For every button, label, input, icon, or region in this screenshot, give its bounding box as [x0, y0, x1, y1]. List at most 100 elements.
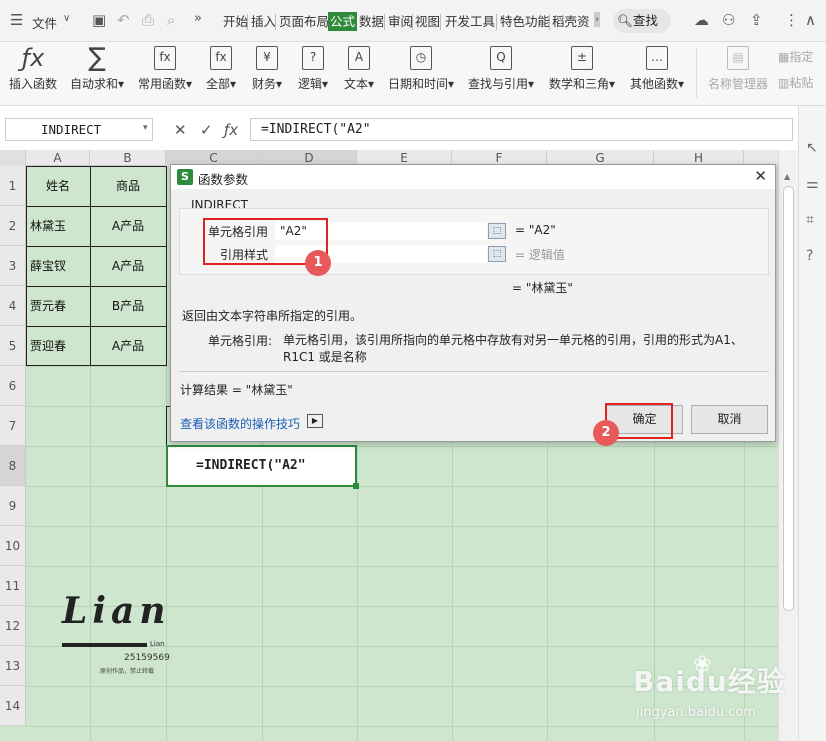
hamburger-menu-icon[interactable]: ☰ — [10, 11, 23, 29]
arg1-result: = "A2" — [515, 223, 556, 237]
dialog-title-bar[interactable]: S 函数参数 ✕ — [171, 165, 775, 189]
insert-function-button[interactable]: ƒx 插入函数 — [2, 42, 64, 104]
cell-a3[interactable]: 薛宝钗 — [30, 246, 66, 286]
tab-docer[interactable]: 稻壳资 — [551, 12, 591, 31]
chevron-down-icon[interactable]: ▾ — [143, 123, 148, 133]
function-tips-link[interactable]: 查看该函数的操作技巧 — [180, 415, 300, 432]
tab-features[interactable]: 特色功能 — [499, 12, 551, 31]
cell-a5[interactable]: 贾迎春 — [30, 326, 66, 366]
row-header-2[interactable]: 2 — [0, 206, 26, 246]
collapse-dialog-icon[interactable]: ⬚ — [488, 223, 506, 239]
share-icon[interactable]: ⇪ — [750, 11, 763, 29]
chevron-down-icon[interactable]: ∨ — [63, 13, 70, 24]
cancel-x-icon[interactable]: ✕ — [174, 121, 187, 139]
row-header-1[interactable]: 1 — [0, 166, 26, 206]
pointer-icon[interactable]: ↖ — [806, 140, 818, 156]
more-icon[interactable]: » — [194, 11, 202, 26]
dialog-divider — [179, 371, 769, 372]
annotation-badge-1: 1 — [305, 250, 331, 276]
tab-review[interactable]: 审阅 — [387, 12, 414, 31]
paste-name-button[interactable]: ▥粘贴 — [778, 74, 813, 91]
date-time-button[interactable]: ◷ 日期和时间▾ — [382, 42, 460, 104]
user-add-icon[interactable]: ⚇ — [722, 11, 735, 29]
row-header-10[interactable]: 10 — [0, 526, 26, 566]
search-icon: 🔍︎ — [617, 13, 633, 28]
tab-page-layout[interactable]: 页面布局 — [278, 12, 330, 31]
search-label: 查找 — [632, 13, 658, 28]
row-header-13[interactable]: 13 — [0, 646, 26, 686]
collapse-icon[interactable]: ∧ — [805, 11, 816, 29]
cancel-button[interactable]: 取消 — [691, 405, 768, 434]
confirm-check-icon[interactable]: ✓ — [200, 121, 213, 139]
dialog-title: 函数参数 — [198, 172, 249, 187]
math-trig-button[interactable]: ± 数学和三角▾ — [542, 42, 622, 104]
cell-a1[interactable]: 姓名 — [26, 166, 90, 206]
function-description: 返回由文本字符串所指定的引用。 — [182, 309, 363, 323]
text-a-icon: A — [348, 46, 370, 70]
row-header-4[interactable]: 4 — [0, 286, 26, 326]
row-header-14[interactable]: 14 — [0, 686, 26, 726]
tab-home[interactable]: 开始 — [222, 12, 249, 31]
row-header-12[interactable]: 12 — [0, 606, 26, 646]
fx-icon[interactable]: ƒx — [224, 121, 238, 139]
author-logo: Lian — [62, 590, 171, 632]
collapse-dialog-icon[interactable]: ⬚ — [488, 246, 506, 262]
cloud-icon[interactable]: ☁ — [694, 11, 709, 29]
cell-a4[interactable]: 贾元春 — [30, 286, 66, 326]
cell-b3[interactable]: A产品 — [90, 246, 166, 286]
tab-developer[interactable]: 开发工具 — [444, 12, 496, 31]
fill-handle[interactable] — [353, 483, 359, 489]
tab-formulas[interactable]: 公式 — [328, 12, 358, 31]
preview-icon[interactable]: ⌕ — [167, 11, 175, 29]
tab-data[interactable]: 数据 — [358, 12, 385, 31]
row-header-11[interactable]: 11 — [0, 566, 26, 606]
video-play-icon[interactable]: ▶ — [307, 414, 323, 428]
lookup-reference-button[interactable]: Q 查找与引用▾ — [462, 42, 540, 104]
financial-button[interactable]: ¥ 财务▾ — [244, 42, 290, 104]
vertical-scrollbar[interactable]: ▲ — [778, 150, 798, 741]
calculation-result: 计算结果 = "林黛玉" — [180, 383, 293, 397]
clock-icon: ◷ — [410, 46, 432, 70]
row-header-6[interactable]: 6 — [0, 366, 26, 406]
arg-description-label: 单元格引用: — [208, 334, 273, 348]
name-manager-button[interactable]: ▤ 名称管理器 — [700, 42, 776, 104]
row-header-8[interactable]: 8 — [0, 446, 26, 486]
cell-b1[interactable]: 商品 — [90, 166, 166, 206]
active-cell-c8[interactable]: =INDIRECT("A2" — [166, 445, 357, 487]
undo-icon[interactable]: ↶ — [117, 11, 130, 29]
cell-a2[interactable]: 林黛玉 — [30, 206, 66, 246]
column-header-b[interactable]: B — [90, 150, 166, 166]
more-options-icon[interactable]: ⋮ — [784, 11, 799, 29]
cell-b2[interactable]: A产品 — [90, 206, 166, 246]
text-button[interactable]: A 文本▾ — [336, 42, 382, 104]
row-header-3[interactable]: 3 — [0, 246, 26, 286]
name-box[interactable]: INDIRECT — [5, 118, 153, 141]
cell-b4[interactable]: B产品 — [90, 286, 166, 326]
print-icon[interactable]: ⎙ — [142, 11, 154, 29]
search-box[interactable]: 🔍︎查找 — [613, 9, 671, 33]
specify-button[interactable]: ▦指定 — [778, 48, 813, 65]
cell-b5[interactable]: A产品 — [90, 326, 166, 366]
select-all-corner[interactable] — [0, 150, 26, 166]
all-functions-button[interactable]: fx 全部▾ — [198, 42, 244, 104]
tabs-scroll-right-icon[interactable]: › — [594, 12, 600, 27]
column-header-a[interactable]: A — [26, 150, 90, 166]
tab-insert[interactable]: 插入 — [250, 12, 277, 31]
tab-view[interactable]: 视图 — [414, 12, 441, 31]
row-header-5[interactable]: 5 — [0, 326, 26, 366]
other-functions-button[interactable]: … 其他函数▾ — [622, 42, 692, 104]
save-icon[interactable]: ▣ — [92, 11, 106, 29]
common-functions-button[interactable]: fx 常用函数▾ — [132, 42, 198, 104]
file-menu[interactable]: 文件 — [32, 13, 57, 32]
close-icon[interactable]: ✕ — [754, 167, 767, 185]
logical-button[interactable]: ? 逻辑▾ — [290, 42, 336, 104]
row-header-7[interactable]: 7 — [0, 406, 26, 446]
autosum-button[interactable]: ∑ 自动求和▾ — [64, 42, 130, 104]
scrollbar-thumb[interactable] — [783, 186, 794, 611]
row-header-9[interactable]: 9 — [0, 486, 26, 526]
sliders-icon[interactable]: ⚌ — [806, 176, 819, 192]
scroll-up-arrow-icon[interactable]: ▲ — [784, 172, 790, 181]
crop-icon[interactable]: ⌗ — [806, 212, 814, 228]
help-icon[interactable]: ? — [806, 248, 813, 264]
formula-input[interactable]: =INDIRECT("A2" — [250, 118, 793, 141]
